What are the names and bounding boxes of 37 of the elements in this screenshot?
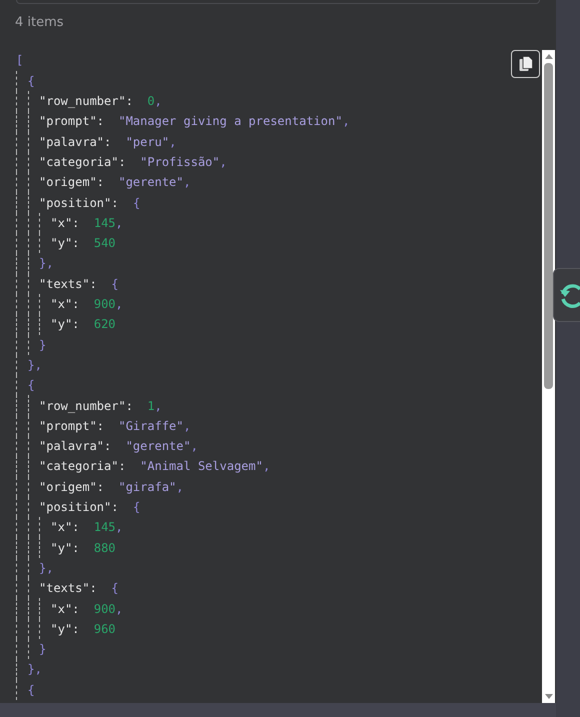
json-line: "texts": { [39, 276, 118, 291]
json-line: "palavra": "peru", [39, 134, 176, 149]
scrollbar[interactable] [542, 50, 555, 704]
json-line: { [28, 378, 35, 392]
json-line: "row_number": 0, [39, 94, 162, 108]
json-line: "texts": { [39, 581, 118, 596]
json-line: "prompt": "Giraffe", [39, 418, 191, 433]
json-line: } [39, 642, 46, 656]
json-line: "origem": "gerente", [39, 175, 191, 190]
json-line: "y": 620 [50, 317, 116, 332]
json-line: "x": 900, [50, 602, 123, 616]
json-line: "categoria": "Animal Selvagem", [39, 459, 270, 474]
json-line: }, [28, 358, 42, 372]
json-line: { [28, 682, 35, 697]
json-line: "x": 145, [50, 520, 123, 534]
json-line: "prompt": "Manager giving a presentation", [39, 114, 350, 128]
json-line: } [39, 338, 46, 352]
json-line: "y": 960 [50, 622, 116, 636]
json-line: "origem": "girafa", [39, 480, 184, 494]
json-line: "y": 880 [50, 540, 116, 555]
json-line: }, [39, 256, 54, 270]
json-line: "y": 540 [50, 236, 116, 250]
json-line: { [28, 74, 35, 88]
refresh-button[interactable] [553, 268, 580, 322]
copy-icon [518, 56, 532, 72]
json-line: [ [16, 53, 24, 68]
json-line: "position": { [39, 500, 140, 514]
json-line: "position": { [39, 196, 140, 210]
json-line: "categoria": "Profissão", [39, 154, 227, 169]
copy-button[interactable] [511, 50, 540, 78]
json-line: }, [28, 662, 42, 676]
json-line: "palavra": "gerente", [39, 439, 198, 454]
json-line: "x": 145, [50, 216, 123, 230]
json-line: "x": 900, [50, 297, 123, 312]
json-line: }, [39, 560, 54, 575]
item-count: 4 items [14, 14, 65, 32]
json-line: "row_number": 1, [39, 398, 162, 413]
